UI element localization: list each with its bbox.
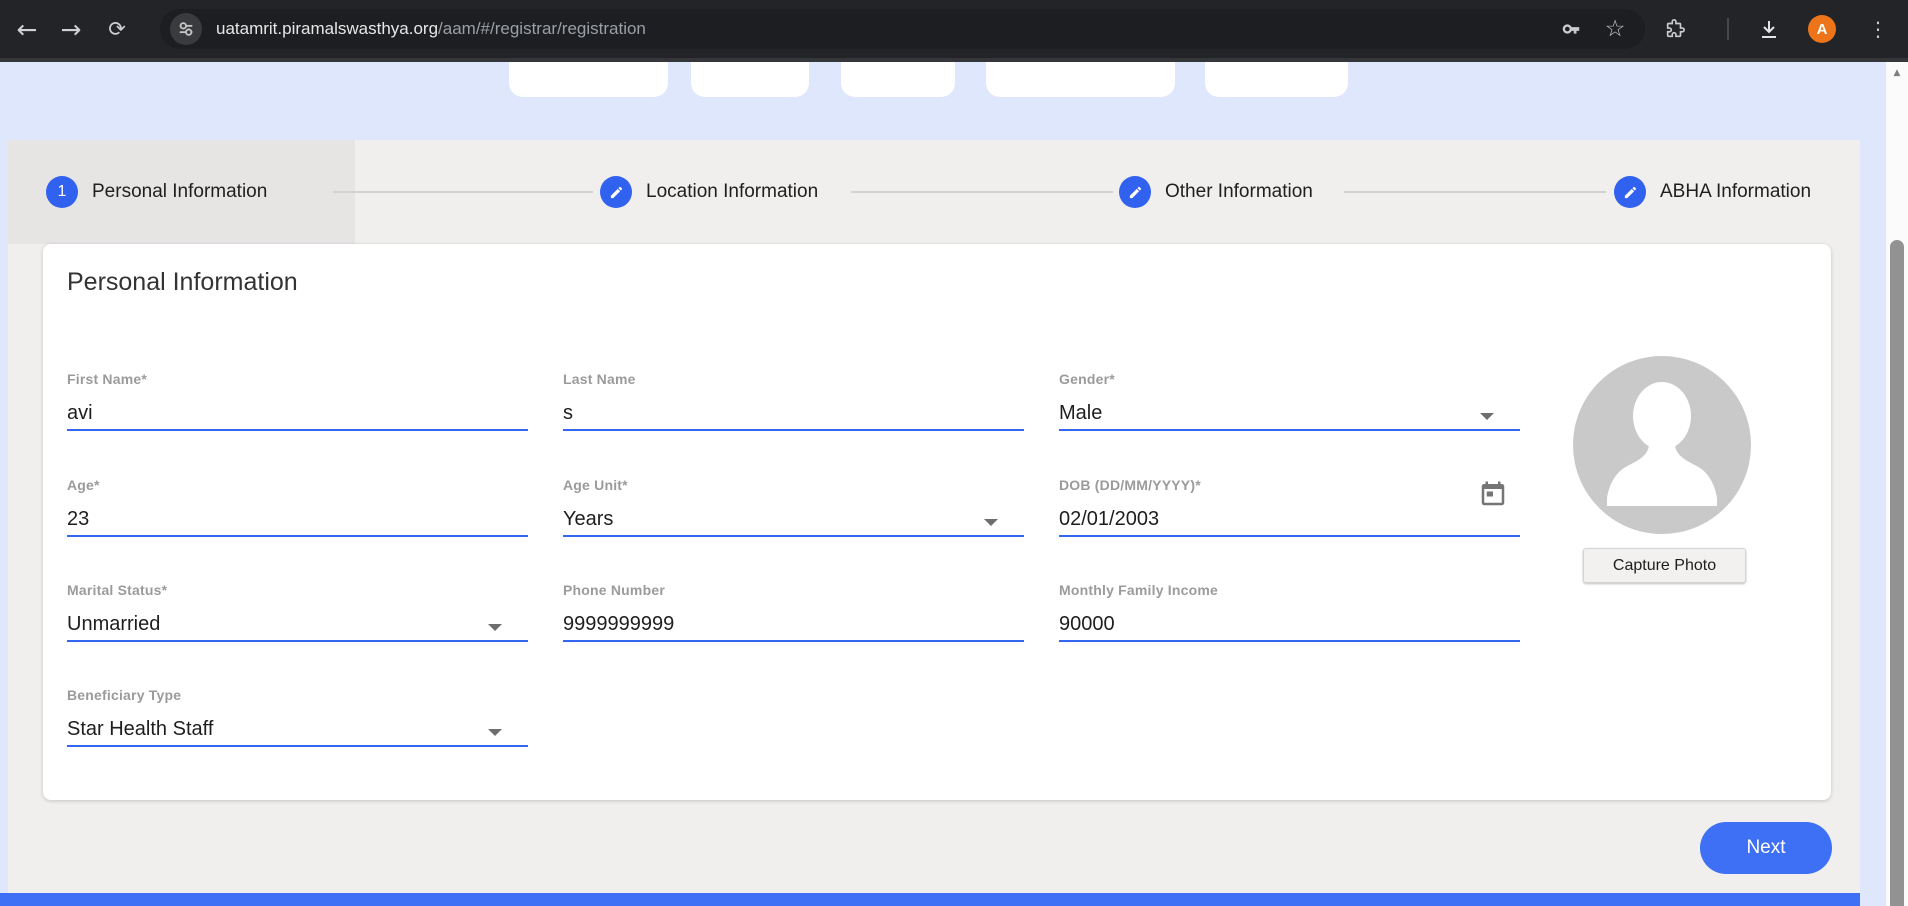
header-chip[interactable] — [1205, 62, 1348, 97]
url-domain: uatamrit.piramalswasthya.org — [216, 19, 438, 38]
last-name-field: Last Name s — [563, 371, 1024, 435]
chevron-down-icon[interactable] — [488, 729, 502, 736]
field-underline — [563, 640, 1024, 642]
step-connector — [851, 191, 1113, 193]
bookmark-star-icon[interactable]: ☆ — [1603, 17, 1627, 41]
last-name-input[interactable]: s — [563, 400, 1024, 426]
phone-number-input[interactable]: 9999999999 — [563, 611, 1024, 637]
step-number-badge: 1 — [46, 176, 78, 208]
field-label: Age* — [67, 477, 528, 494]
field-label: Beneficiary Type — [67, 687, 528, 704]
age-field: Age* 23 — [67, 477, 528, 541]
chevron-down-icon[interactable] — [1480, 413, 1494, 420]
marital-status-select[interactable]: Unmarried — [67, 611, 528, 637]
form-card: Personal Information First Name* avi Las… — [43, 244, 1831, 800]
download-icon[interactable] — [1756, 16, 1782, 42]
step-label: Other Information — [1165, 181, 1313, 203]
page-title: Personal Information — [67, 268, 298, 297]
age-input[interactable]: 23 — [67, 506, 528, 532]
field-label: Monthly Family Income — [1059, 582, 1520, 599]
field-underline — [563, 535, 1024, 537]
step-location-information[interactable]: Location Information — [600, 176, 818, 208]
header-chip[interactable] — [509, 62, 668, 97]
browser-window: ← → ⟳ uatamrit.piramalswasthya.org/aam/#… — [0, 0, 1908, 906]
gender-select[interactable]: Male — [1059, 400, 1520, 426]
browser-menu-icon[interactable]: ⋮ — [1864, 15, 1892, 43]
edit-icon — [1614, 176, 1646, 208]
registration-wizard: 1 Personal Information Location Informat… — [8, 140, 1860, 893]
field-label: Phone Number — [563, 582, 1024, 599]
password-key-icon[interactable] — [1559, 17, 1583, 41]
edit-icon — [1119, 176, 1151, 208]
dob-input[interactable]: 02/01/2003 — [1059, 506, 1520, 532]
forward-button[interactable]: → — [50, 0, 92, 58]
step-personal-information[interactable]: 1 Personal Information — [46, 176, 267, 208]
photo-placeholder — [1573, 356, 1751, 534]
monthly-family-income-field: Monthly Family Income 90000 — [1059, 582, 1520, 646]
scrollbar[interactable]: ▲ — [1886, 62, 1908, 906]
step-connector — [333, 191, 593, 193]
beneficiary-type-select[interactable]: Star Health Staff — [67, 716, 528, 742]
toolbar-divider — [1727, 18, 1729, 40]
monthly-family-income-input[interactable]: 90000 — [1059, 611, 1520, 637]
extensions-icon[interactable] — [1662, 16, 1688, 42]
chevron-down-icon[interactable] — [488, 624, 502, 631]
stepper: 1 Personal Information Location Informat… — [8, 140, 1860, 244]
dob-field: DOB (DD/MM/YYYY)* 02/01/2003 — [1059, 477, 1520, 541]
scrollbar-thumb[interactable] — [1890, 240, 1904, 906]
first-name-input[interactable]: avi — [67, 400, 528, 426]
field-underline — [1059, 429, 1520, 431]
field-underline — [67, 640, 528, 642]
step-connector — [1344, 191, 1606, 193]
field-label: Age Unit* — [563, 477, 1024, 494]
field-underline — [1059, 535, 1520, 537]
field-label: Marital Status* — [67, 582, 528, 599]
phone-number-field: Phone Number 9999999999 — [563, 582, 1024, 646]
reload-button[interactable]: ⟳ — [96, 0, 138, 58]
field-label: Last Name — [563, 371, 1024, 388]
bottom-accent-bar — [0, 893, 1860, 906]
capture-photo-button[interactable]: Capture Photo — [1583, 548, 1746, 583]
step-other-information[interactable]: Other Information — [1119, 176, 1313, 208]
age-unit-select[interactable]: Years — [563, 506, 1024, 532]
step-label: Personal Information — [92, 181, 267, 203]
first-name-field: First Name* avi — [67, 371, 528, 435]
field-underline — [563, 429, 1024, 431]
field-label: First Name* — [67, 371, 528, 388]
beneficiary-type-field: Beneficiary Type Star Health Staff — [67, 687, 528, 751]
step-label: Location Information — [646, 181, 818, 203]
header-chip[interactable] — [691, 62, 809, 97]
field-underline — [67, 535, 528, 537]
url-text[interactable]: uatamrit.piramalswasthya.org/aam/#/regis… — [216, 19, 646, 39]
back-button[interactable]: ← — [6, 0, 48, 58]
profile-avatar[interactable]: A — [1808, 15, 1836, 43]
edit-icon — [600, 176, 632, 208]
scroll-up-icon[interactable]: ▲ — [1886, 68, 1908, 78]
chevron-down-icon[interactable] — [984, 519, 998, 526]
marital-status-field: Marital Status* Unmarried — [67, 582, 528, 646]
calendar-icon[interactable] — [1478, 479, 1508, 514]
url-path: /aam/#/registrar/registration — [438, 19, 646, 38]
page-background: 1 Personal Information Location Informat… — [0, 62, 1886, 906]
next-button[interactable]: Next — [1700, 822, 1832, 874]
field-label: DOB (DD/MM/YYYY)* — [1059, 477, 1520, 494]
field-label: Gender* — [1059, 371, 1520, 388]
field-underline — [67, 745, 528, 747]
browser-toolbar: ← → ⟳ uatamrit.piramalswasthya.org/aam/#… — [0, 0, 1908, 58]
address-bar[interactable]: uatamrit.piramalswasthya.org/aam/#/regis… — [160, 9, 1645, 49]
field-underline — [1059, 640, 1520, 642]
header-chip[interactable] — [841, 62, 955, 97]
age-unit-field: Age Unit* Years — [563, 477, 1024, 541]
step-label: ABHA Information — [1660, 181, 1811, 203]
step-abha-information[interactable]: ABHA Information — [1614, 176, 1811, 208]
field-underline — [67, 429, 528, 431]
person-icon — [1633, 382, 1691, 450]
header-chip[interactable] — [986, 62, 1175, 97]
site-info-icon[interactable] — [170, 13, 202, 45]
gender-field: Gender* Male — [1059, 371, 1520, 435]
